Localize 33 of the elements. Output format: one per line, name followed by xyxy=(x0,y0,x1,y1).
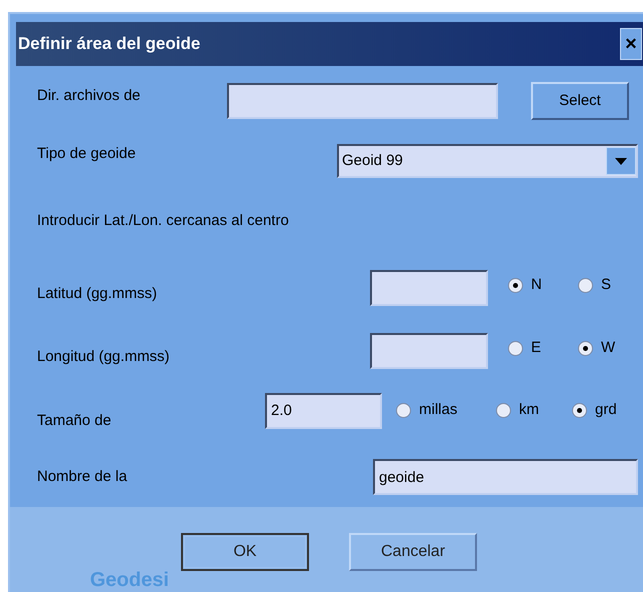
radio-button[interactable] xyxy=(508,278,523,293)
radio-button[interactable] xyxy=(578,278,593,293)
radio-option[interactable]: E xyxy=(508,337,578,360)
size-label: Tamaño de xyxy=(37,411,112,432)
radio-option[interactable]: millas xyxy=(396,399,496,422)
radio-option[interactable]: W xyxy=(578,337,643,360)
radio-option[interactable]: S xyxy=(578,274,643,297)
radio-button[interactable] xyxy=(572,403,587,418)
radio-option[interactable]: grd xyxy=(572,399,643,422)
latitude-field[interactable] xyxy=(370,270,488,306)
radio-option[interactable]: km xyxy=(496,399,572,422)
close-button[interactable]: × xyxy=(620,28,642,60)
dialog-button[interactable]: OK xyxy=(181,533,309,571)
geoid-type-label: Tipo de geoide xyxy=(37,144,137,164)
directory-field[interactable] xyxy=(227,83,498,119)
name-label: Nombre de la xyxy=(37,466,128,487)
radio-option[interactable]: N xyxy=(508,274,578,297)
longitude-label: Longitud (gg.mmss) xyxy=(37,347,171,368)
radio-button[interactable] xyxy=(508,341,523,356)
directory-label: Dir. archivos de xyxy=(37,86,142,106)
geoid-type-dropdown[interactable]: Geoid 99 xyxy=(337,144,638,178)
window-title: Definir área del geoide xyxy=(18,33,200,56)
logo-text: Geodesi xyxy=(90,570,169,590)
latitude-label: Latitud (gg.mmss) xyxy=(37,284,158,304)
radio-button[interactable] xyxy=(496,403,511,418)
instruction-text: Introducir Lat./Lon. cercanas al centro xyxy=(37,210,289,231)
dialog-button[interactable]: Cancelar xyxy=(349,533,477,571)
size-field[interactable]: 2.0 xyxy=(265,392,382,428)
radio-button[interactable] xyxy=(578,341,593,356)
longitude-field[interactable] xyxy=(370,332,488,368)
radio-button[interactable] xyxy=(396,403,411,418)
name-field[interactable]: geoide xyxy=(373,459,638,495)
select-button[interactable]: Select xyxy=(531,82,629,120)
